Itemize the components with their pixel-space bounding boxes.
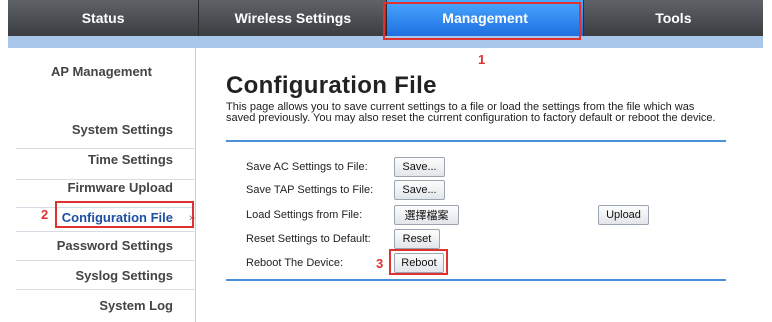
sidebar-item-system-settings[interactable]: System Settings [8,122,195,137]
row-label-reset: Reset Settings to Default: [246,233,371,245]
page-description: This page allows you to save current set… [226,101,716,124]
page-title: Configuration File [226,72,437,99]
sidebar-divider [16,289,196,290]
tab-wireless-settings[interactable]: Wireless Settings [199,0,388,36]
sidebar-item-system-log[interactable]: System Log [8,298,195,313]
annotation-box-management [383,2,581,40]
annotation-number-3: 3 [376,256,384,271]
sidebar-item-firmware-upload[interactable]: Firmware Upload [8,180,195,195]
save-tap-button[interactable]: Save... [394,180,445,200]
tab-tools[interactable]: Tools [584,0,763,36]
sidebar-divider [16,148,196,149]
sidebar: AP Management System Settings Time Setti… [8,48,196,322]
row-label-save-tap: Save TAP Settings to File: [246,184,374,196]
annotation-number-2: 2 [41,207,49,222]
reset-button[interactable]: Reset [394,229,440,249]
annotation-number-1: 1 [478,52,486,67]
row-label-save-ac: Save AC Settings to File: [246,161,368,173]
save-ac-button[interactable]: Save... [394,157,445,177]
row-label-reboot: Reboot The Device: [246,257,344,269]
sidebar-item-syslog-settings[interactable]: Syslog Settings [8,268,195,283]
row-label-load-settings: Load Settings from File: [246,209,363,221]
section-divider-top [226,140,726,142]
section-divider-bottom [226,279,726,281]
sidebar-item-ap-management[interactable]: AP Management [8,64,195,79]
sidebar-item-password-settings[interactable]: Password Settings [8,238,195,253]
sidebar-item-time-settings[interactable]: Time Settings [8,152,195,167]
sidebar-divider [16,231,196,232]
upload-button[interactable]: Upload [598,205,649,225]
choose-file-button[interactable]: 選擇檔案 [394,205,459,225]
annotation-box-reboot [389,249,448,275]
tab-status[interactable]: Status [8,0,200,36]
sidebar-divider [16,260,196,261]
annotation-box-configuration-file [55,201,194,228]
